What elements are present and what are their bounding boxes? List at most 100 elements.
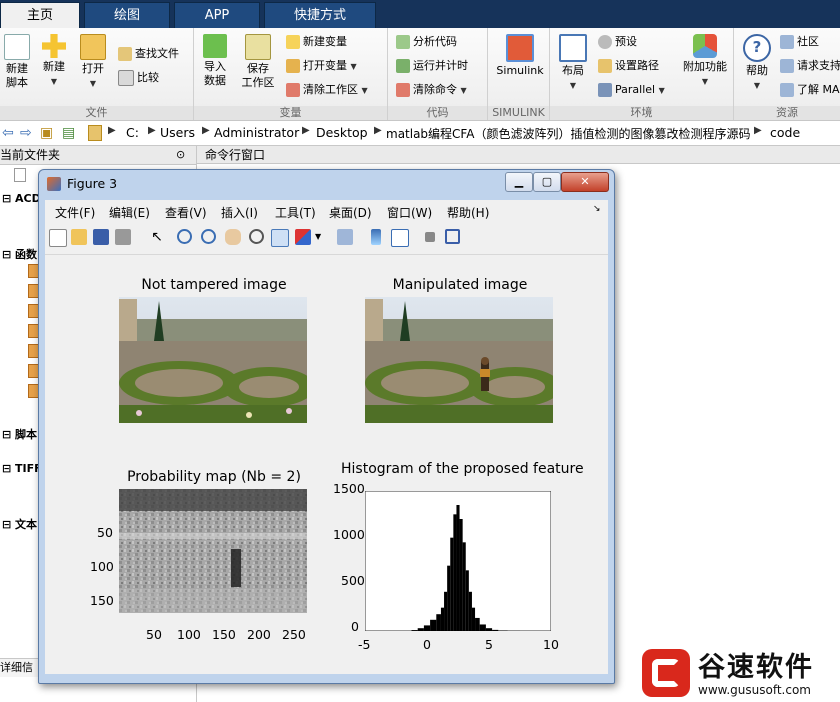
menu-file[interactable]: 文件(F) xyxy=(55,204,95,221)
find-files-button[interactable]: 查找文件 xyxy=(118,44,179,64)
new-figure-icon[interactable] xyxy=(49,229,67,247)
tab-apps[interactable]: APP xyxy=(174,2,260,28)
clear-commands-label: 清除命令 xyxy=(413,83,457,96)
link-plot-icon[interactable] xyxy=(337,229,353,245)
toolstrip-tabbar: 主页 绘图 APP 快捷方式 xyxy=(0,0,840,29)
show-plot-tools-icon[interactable] xyxy=(445,229,460,244)
save-label: 保存 工作区 xyxy=(241,62,275,89)
separator-icon: ▶ xyxy=(202,125,210,136)
simulink-button[interactable]: Simulink xyxy=(494,34,546,78)
folder-item-label: 文本 xyxy=(15,518,38,531)
maximize-button[interactable]: ▢ xyxy=(533,172,561,192)
figure-window[interactable]: Figure 3 ▁ ▢ ✕ 文件(F) 编辑(E) 查看(V) 插入(I) 工… xyxy=(38,169,615,684)
preferences-button[interactable]: 预设 xyxy=(598,32,637,52)
new-button[interactable]: 新建 ▼ xyxy=(35,34,73,89)
forward-arrow-icon[interactable]: ⇨ xyxy=(20,125,32,141)
breadcrumb-desktop[interactable]: Desktop xyxy=(316,125,368,140)
hide-plot-tools-icon[interactable] xyxy=(425,232,435,242)
menu-view[interactable]: 查看(V) xyxy=(165,204,207,221)
folder-item-functions[interactable]: ⊟ 函数 xyxy=(2,246,37,262)
open-variable-button[interactable]: 打开变量 ▼ xyxy=(286,56,357,76)
request-support-button[interactable]: 请求支持 xyxy=(780,56,840,76)
legend-icon[interactable] xyxy=(391,229,409,247)
open-button[interactable]: 打开 ▼ xyxy=(74,34,112,91)
new-label: 新建 xyxy=(43,60,65,73)
breadcrumb-users[interactable]: Users xyxy=(160,125,195,140)
breadcrumb-project[interactable]: matlab编程CFA（颜色滤波阵列）插值检测的图像篡改检测程序源码 xyxy=(386,125,750,142)
tab-plots[interactable]: 绘图 xyxy=(84,2,170,28)
menu-help[interactable]: 帮助(H) xyxy=(447,204,489,221)
clear-workspace-button[interactable]: 清除工作区 ▼ xyxy=(286,80,368,100)
run-and-time-label: 运行并计时 xyxy=(413,59,468,72)
figure-titlebar[interactable]: Figure 3 ▁ ▢ ✕ xyxy=(39,170,614,198)
breadcrumb-code[interactable]: code xyxy=(770,125,800,140)
folder-item-label: 函数 xyxy=(15,248,38,261)
menu-desktop[interactable]: 桌面(D) xyxy=(329,204,372,221)
pointer-icon[interactable]: ↖ xyxy=(149,229,165,245)
rotate-3d-icon[interactable] xyxy=(249,229,264,244)
menu-window[interactable]: 窗口(W) xyxy=(387,204,432,221)
colorbar-icon[interactable] xyxy=(371,229,381,245)
menu-edit[interactable]: 编辑(E) xyxy=(109,204,150,221)
folder-item-acd[interactable]: ⊟ ACD xyxy=(2,192,41,205)
open-variable-icon xyxy=(286,59,300,73)
histogram-bar xyxy=(492,629,499,631)
folder-item-tiff[interactable]: ⊟ TIFF xyxy=(2,462,42,475)
breadcrumb-admin[interactable]: Administrator xyxy=(214,125,299,140)
group-simulink: Simulink SIMULINK xyxy=(488,28,550,120)
help-button[interactable]: ? 帮助 ▼ xyxy=(738,34,776,93)
preferences-label: 预设 xyxy=(615,35,637,48)
minimize-button[interactable]: ▁ xyxy=(505,172,533,192)
tab-home[interactable]: 主页 xyxy=(0,2,80,29)
import-data-button[interactable]: 导入 数据 xyxy=(196,34,234,88)
group-variable: 导入 数据 保存 工作区 新建变量 打开变量 ▼ 清除工作区 ▼ 变量 xyxy=(194,28,388,120)
histogram-bar xyxy=(444,591,448,631)
import-label: 导入 数据 xyxy=(204,60,226,87)
new-script-button[interactable]: 新建 脚本 xyxy=(0,34,36,90)
zoom-out-icon[interactable] xyxy=(201,229,216,244)
layout-button[interactable]: 布局 ▼ xyxy=(554,34,592,93)
zoom-in-icon[interactable] xyxy=(177,229,192,244)
manipulated-title: Manipulated image xyxy=(392,277,528,293)
group-resources: ? 帮助 ▼ 社区 请求支持 了解 MA 资源 xyxy=(734,28,840,120)
set-path-button[interactable]: 设置路径 xyxy=(598,56,659,76)
learn-matlab-button[interactable]: 了解 MA xyxy=(780,80,840,100)
save-icon[interactable] xyxy=(93,229,109,245)
folder-item-text[interactable]: ⊟ 文本 xyxy=(2,516,37,532)
menu-tools[interactable]: 工具(T) xyxy=(275,204,316,221)
group-label: 代码 xyxy=(388,106,487,120)
run-and-time-button[interactable]: 运行并计时 xyxy=(396,56,468,76)
analyze-code-button[interactable]: 分析代码 xyxy=(396,32,457,52)
up-folder-icon[interactable]: ▣ xyxy=(40,125,53,141)
data-cursor-icon[interactable] xyxy=(271,229,289,247)
current-folder-header: 当前文件夹 ⊙ xyxy=(0,146,196,165)
run-and-time-icon xyxy=(396,59,410,73)
separator-icon: ▶ xyxy=(754,125,762,136)
save-workspace-button[interactable]: 保存 工作区 xyxy=(236,34,280,90)
breadcrumb-drive[interactable]: C: xyxy=(126,125,139,140)
new-variable-button[interactable]: 新建变量 xyxy=(286,32,347,52)
back-arrow-icon[interactable]: ⇦ xyxy=(2,125,14,141)
open-file-icon[interactable] xyxy=(71,229,87,245)
separator-icon: ▶ xyxy=(302,125,310,136)
folder-item-scripts[interactable]: ⊟ 脚本 xyxy=(2,426,37,442)
compare-label: 比较 xyxy=(137,71,159,84)
addons-button[interactable]: 附加功能 ▼ xyxy=(680,34,730,89)
menu-insert[interactable]: 插入(I) xyxy=(221,204,258,221)
figure-canvas[interactable]: Not tampered image Manipulated image Pro… xyxy=(45,255,608,674)
tab-shortcuts[interactable]: 快捷方式 xyxy=(264,2,376,28)
browse-folder-icon[interactable]: ▤ xyxy=(62,125,75,141)
histogram-bar xyxy=(471,607,476,631)
brush-icon[interactable] xyxy=(295,229,311,245)
close-button[interactable]: ✕ xyxy=(561,172,609,192)
dock-arrow-icon[interactable]: ↘ xyxy=(593,204,601,214)
chevron-down-icon[interactable]: ⊙ xyxy=(176,146,185,164)
xtick-label: 50 xyxy=(146,627,162,642)
print-icon[interactable] xyxy=(115,229,131,245)
pan-hand-icon[interactable] xyxy=(225,229,241,245)
clear-commands-button[interactable]: 清除命令 ▼ xyxy=(396,80,467,100)
parallel-button[interactable]: Parallel ▼ xyxy=(598,80,665,100)
compare-button[interactable]: 比较 xyxy=(118,68,159,88)
chevron-down-icon[interactable]: ▼ xyxy=(315,229,331,245)
community-button[interactable]: 社区 xyxy=(780,32,819,52)
